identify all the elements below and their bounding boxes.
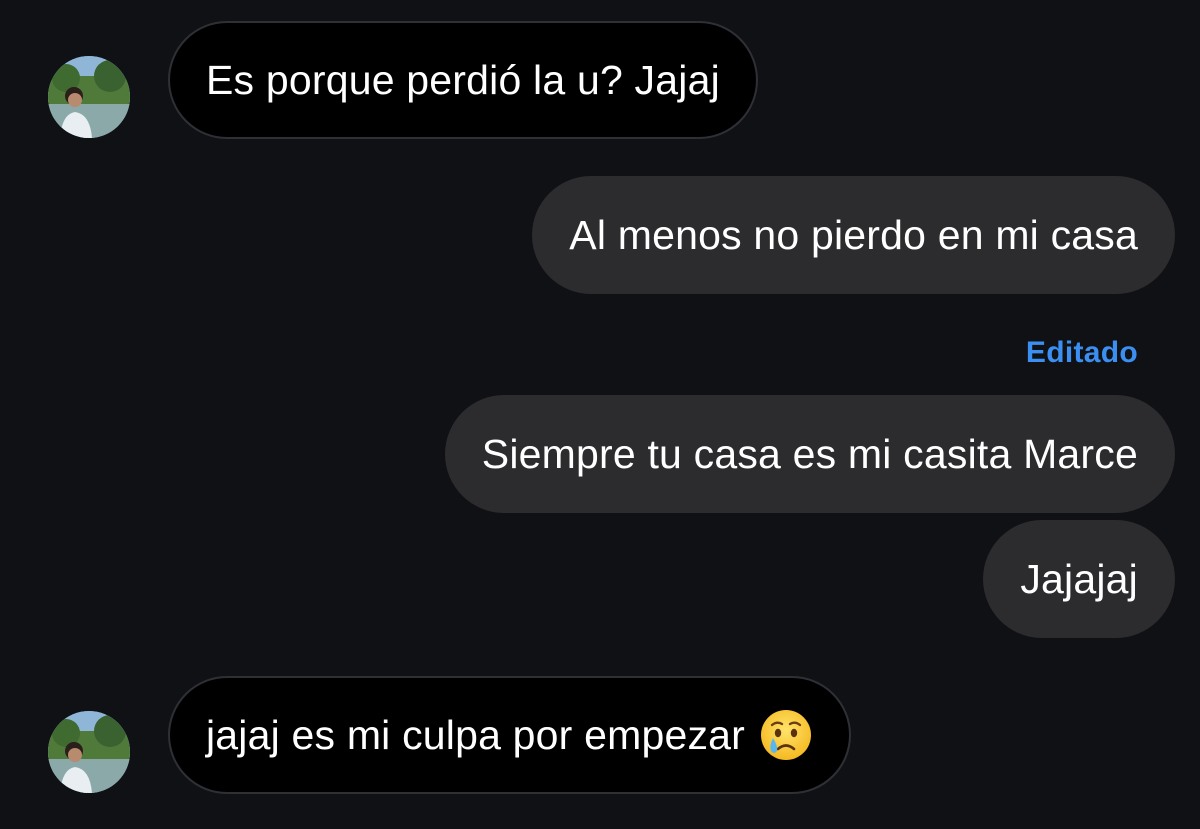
contact-avatar[interactable] [48, 711, 130, 793]
contact-avatar[interactable] [48, 56, 130, 138]
message-text: Jajajaj [1020, 555, 1138, 602]
message-bubble-incoming[interactable]: jajaj es mi culpa por empezar [168, 676, 852, 794]
message-text: Es porque perdió la u? Jajaj [206, 56, 720, 103]
edited-label[interactable]: Editado [1026, 336, 1138, 370]
message-bubble-outgoing[interactable]: Siempre tu casa es mi casita Marce [444, 395, 1175, 513]
message-bubble-outgoing[interactable]: Jajajaj [983, 520, 1175, 638]
chat-thread: Es porque perdió la u? Jajaj Al menos no… [0, 0, 1200, 829]
message-text: Al menos no pierdo en mi casa [569, 211, 1138, 258]
message-bubble-incoming[interactable]: Es porque perdió la u? Jajaj [168, 21, 758, 139]
message-text: jajaj es mi culpa por empezar [206, 711, 746, 758]
message-text: Siempre tu casa es mi casita Marce [481, 430, 1138, 477]
message-bubble-outgoing[interactable]: Al menos no pierdo en mi casa [532, 176, 1175, 294]
crying-face-icon [759, 708, 813, 762]
